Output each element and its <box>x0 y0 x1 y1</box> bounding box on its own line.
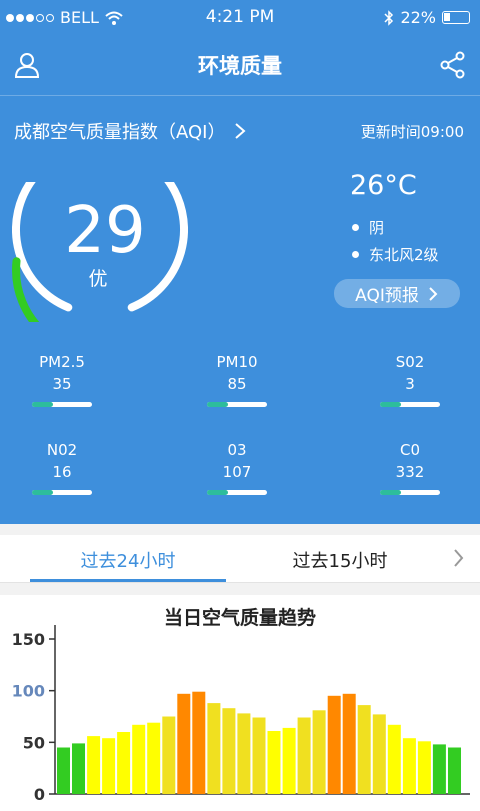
chart-bar <box>192 691 206 794</box>
pollutant-so2: S02 3 <box>370 353 450 407</box>
chart-bar <box>162 716 176 794</box>
chart-bar <box>222 708 236 794</box>
chart-bar <box>342 693 356 794</box>
chart-bar <box>207 703 221 794</box>
chart-bar <box>327 695 341 794</box>
chart-bar <box>102 738 116 794</box>
chart-bar <box>448 747 461 794</box>
tab-past-15-hours[interactable]: 过去15小时 <box>270 547 410 573</box>
y-tick-label: 0 <box>34 785 45 804</box>
chart-bar <box>297 717 311 794</box>
battery-percent: 22% <box>400 8 436 27</box>
aqi-value: 29 <box>64 194 146 268</box>
chart-bar <box>117 732 131 794</box>
aqi-title-label: 成都空气质量指数（AQI） <box>14 122 226 143</box>
weather-wind: 东北风2级 <box>352 244 439 265</box>
pollutant-no2: N02 16 <box>22 441 102 495</box>
temperature: 26°C <box>350 170 417 201</box>
chevron-right-icon <box>235 123 246 139</box>
chart-bar <box>177 693 191 794</box>
trend-chart-card: 当日空气质量趋势 150 100 50 0 <box>0 595 480 811</box>
chart-bar <box>72 743 85 794</box>
aqi-level: 优 <box>88 268 108 290</box>
status-bar: BELL 4:21 PM 22% <box>0 0 480 34</box>
active-tab-indicator <box>30 579 226 582</box>
trend-chart: 150 100 50 0 <box>12 625 470 804</box>
y-tick-label: 100 <box>12 682 45 701</box>
time-range-tabs: 过去24小时 过去15小时 <box>0 535 480 583</box>
tab-past-24-hours[interactable]: 过去24小时 <box>30 547 226 573</box>
battery-icon <box>442 11 470 24</box>
chevron-right-icon[interactable] <box>452 546 466 570</box>
chart-bar <box>147 722 161 794</box>
pollutant-pm10: PM10 85 <box>197 353 277 407</box>
chart-bar <box>57 747 70 794</box>
chart-bar <box>312 710 326 794</box>
chart-bar <box>357 705 371 794</box>
nav-bar: 环境质量 <box>0 34 480 96</box>
page-title: 环境质量 <box>198 54 282 78</box>
chart-bar <box>267 731 281 794</box>
pollutant-o3: 03 107 <box>197 441 277 495</box>
aqi-panel: BELL 4:21 PM 22% 环境质量 成都空气质量指数（AQI） 更新时间… <box>0 0 480 524</box>
aqi-title-link[interactable]: 成都空气质量指数（AQI） <box>14 118 247 144</box>
chart-bar <box>282 727 296 794</box>
update-time: 更新时间09:00 <box>360 123 464 141</box>
y-tick-label: 50 <box>23 733 45 752</box>
y-tick-label: 150 <box>12 630 45 649</box>
chart-bar <box>252 717 266 794</box>
chart-bar <box>87 736 101 794</box>
chart-bar <box>417 741 431 794</box>
chart-bar <box>237 713 251 794</box>
pollutant-co: C0 332 <box>370 441 450 495</box>
share-icon[interactable] <box>438 50 468 80</box>
aqi-forecast-button[interactable]: AQI预报 <box>334 279 460 308</box>
chevron-right-icon <box>429 286 438 301</box>
bluetooth-icon <box>384 9 394 26</box>
chart-bar <box>372 714 386 794</box>
chart-bar <box>132 724 146 794</box>
weather-condition: 阴 <box>352 217 384 238</box>
chart-bar <box>432 744 446 794</box>
chart-bar <box>402 738 416 794</box>
chart-bar <box>387 724 401 794</box>
pollutant-pm25: PM2.5 35 <box>22 353 102 407</box>
